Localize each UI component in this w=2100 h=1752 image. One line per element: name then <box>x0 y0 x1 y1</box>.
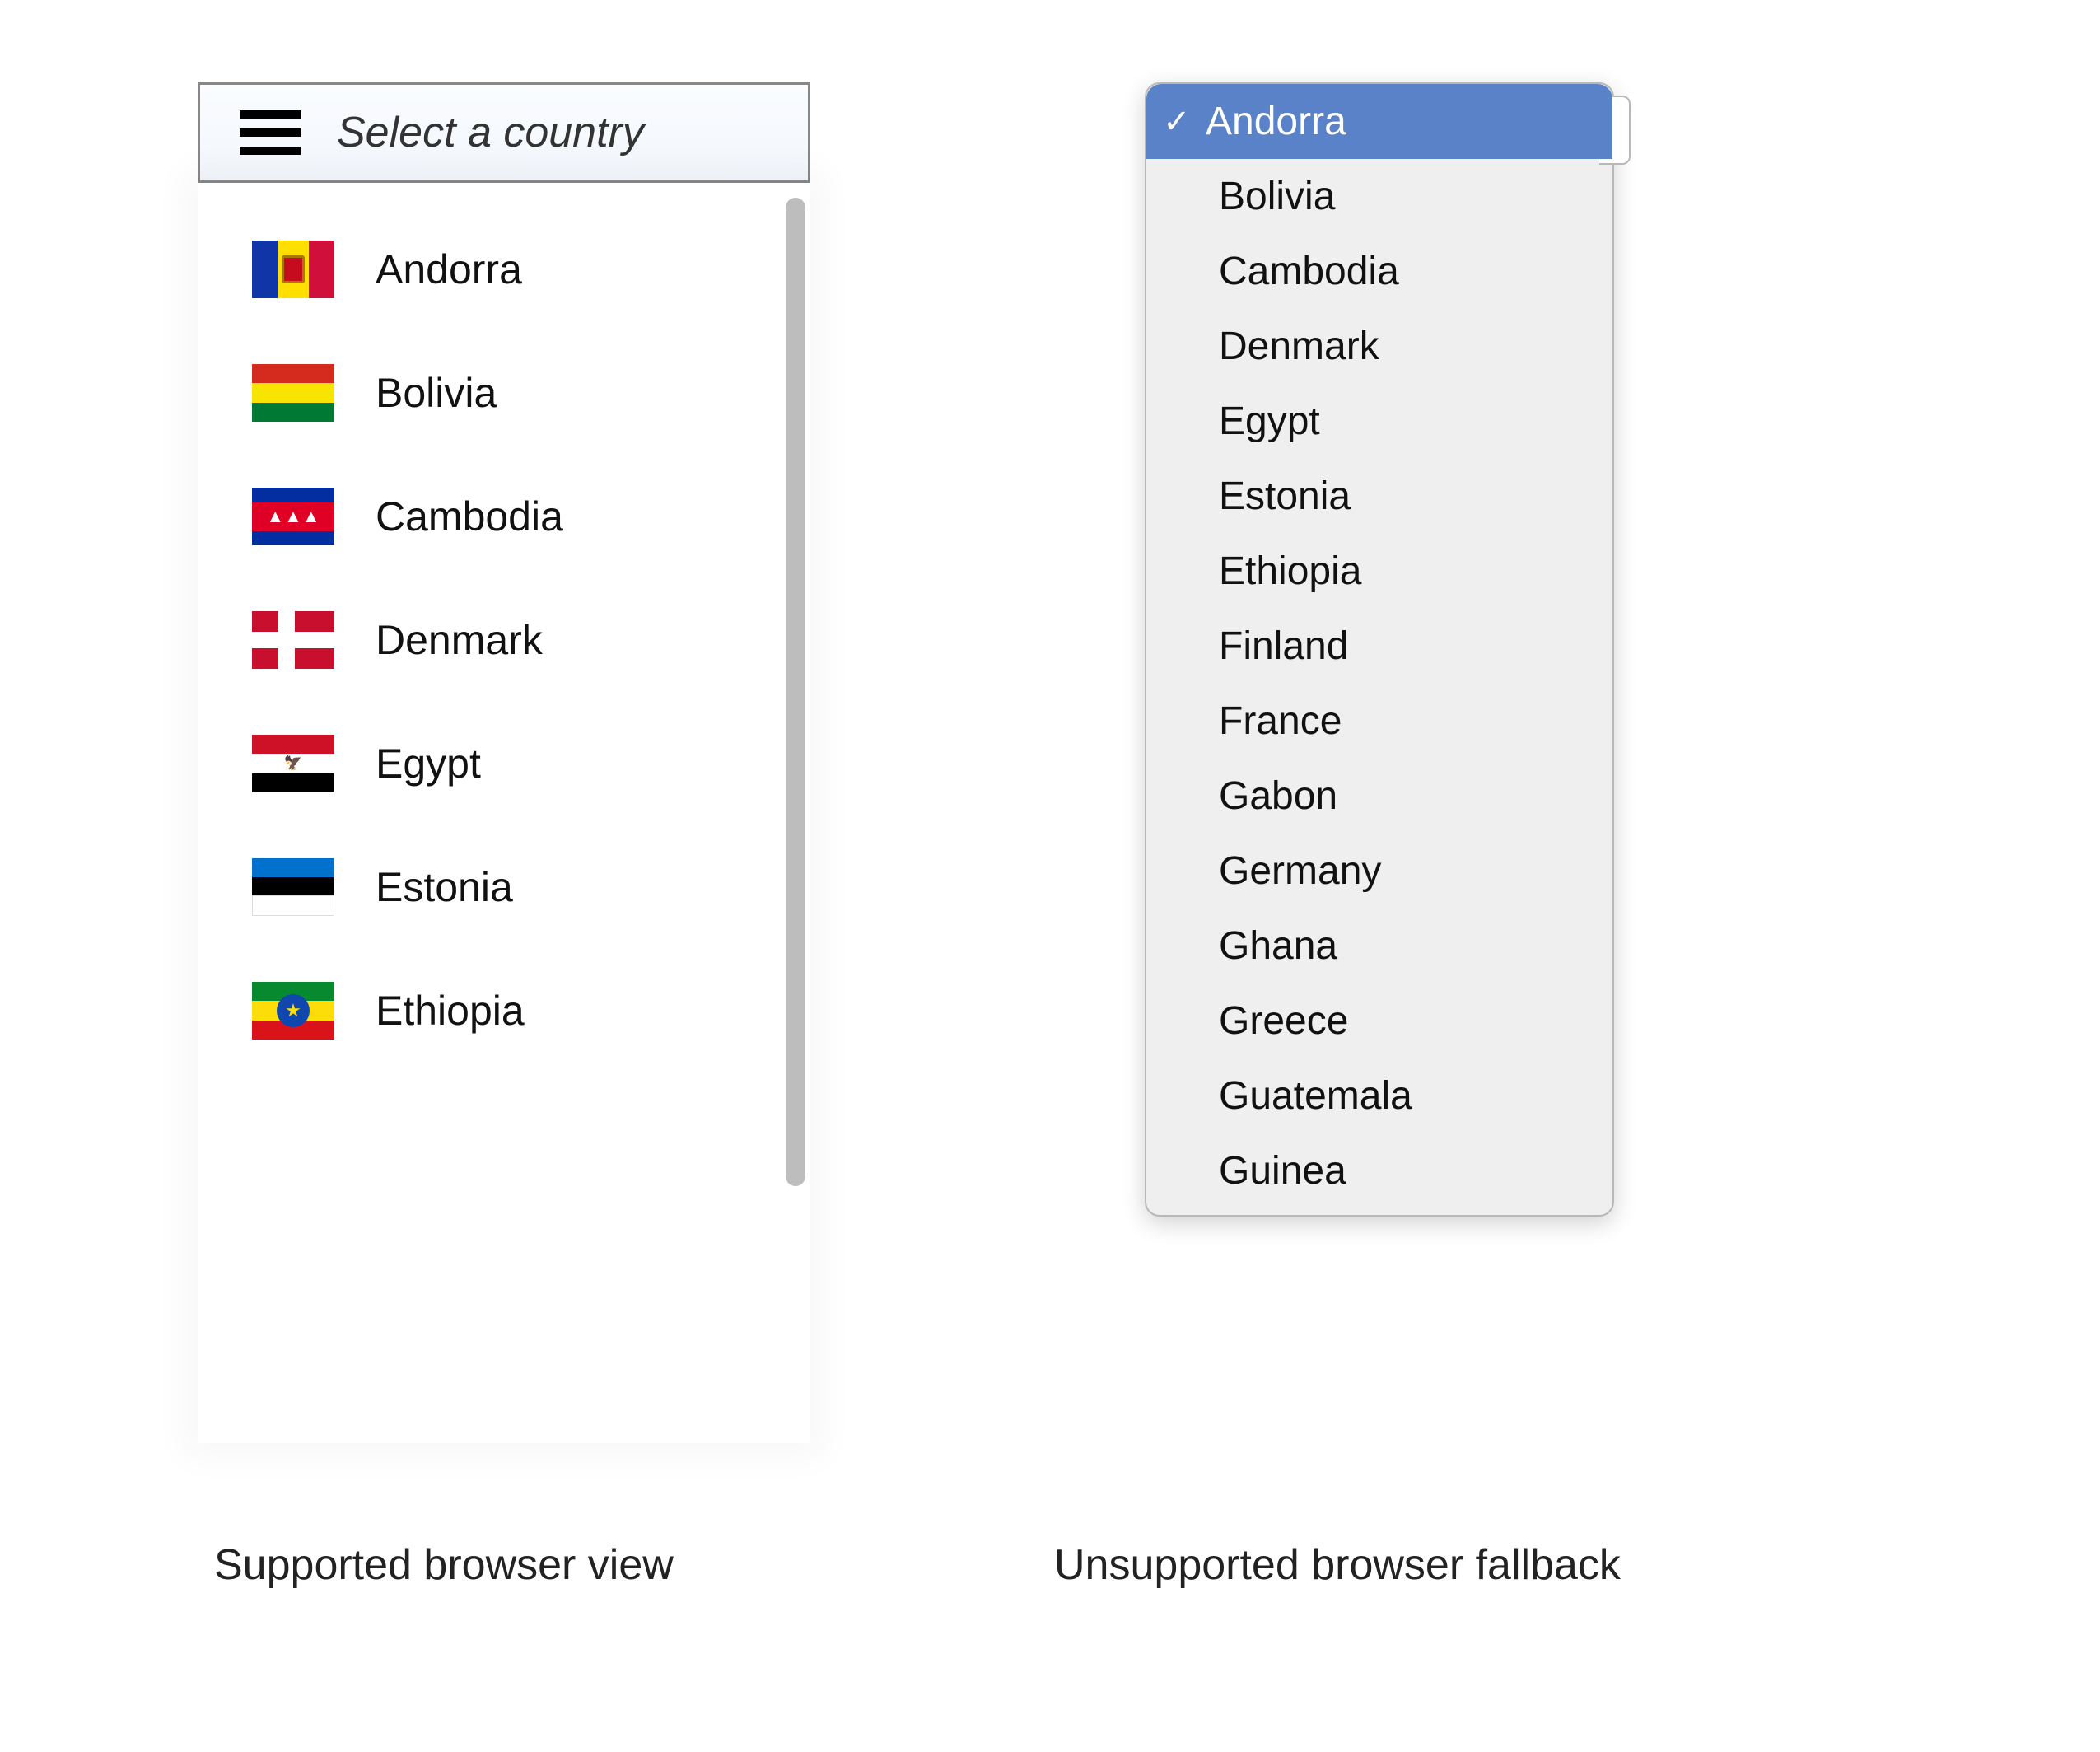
native-option[interactable]: Ethiopia <box>1146 534 1612 609</box>
country-option[interactable]: ▲▲▲ Cambodia <box>198 455 810 578</box>
native-option-label: Andorra <box>1206 100 1346 143</box>
native-option-label: Cambodia <box>1219 250 1399 293</box>
country-option-label: Ethiopia <box>376 987 525 1035</box>
native-option[interactable]: ✓ Andorra <box>1146 84 1612 159</box>
caption-supported: Supported browser view <box>214 1540 674 1590</box>
native-option-label: Egypt <box>1219 399 1320 443</box>
bolivia-flag-icon <box>252 364 334 422</box>
native-option-label: Guinea <box>1219 1149 1346 1193</box>
country-option[interactable]: Andorra <box>198 208 810 331</box>
andorra-flag-icon <box>252 241 334 298</box>
native-option-label: Ethiopia <box>1219 549 1361 593</box>
country-option-label: Andorra <box>376 245 522 293</box>
denmark-flag-icon <box>252 611 334 669</box>
country-option-label: Bolivia <box>376 369 497 417</box>
scrollbar[interactable] <box>786 198 805 1186</box>
native-option[interactable]: Guatemala <box>1146 1058 1612 1133</box>
country-option[interactable]: ★ Ethiopia <box>198 949 810 1072</box>
native-option-label: Ghana <box>1219 924 1337 968</box>
native-option-label: Denmark <box>1219 325 1379 368</box>
native-option-label: Finland <box>1219 624 1348 668</box>
native-option[interactable]: France <box>1146 684 1612 759</box>
country-option-label: Egypt <box>376 740 481 787</box>
native-option-label: France <box>1219 699 1342 743</box>
native-option[interactable]: Finland <box>1146 609 1612 684</box>
native-option-label: Gabon <box>1219 774 1337 818</box>
native-select-popup: ✓ Andorra Bolivia Cambodia Denmark Egypt Eston… <box>1145 82 1614 1217</box>
native-option[interactable]: Germany <box>1146 834 1612 909</box>
native-option[interactable]: Gabon <box>1146 759 1612 834</box>
country-option[interactable]: Bolivia <box>198 331 810 455</box>
country-option-label: Cambodia <box>376 493 563 540</box>
ethiopia-flag-icon: ★ <box>252 982 334 1040</box>
native-option-label: Germany <box>1219 849 1381 893</box>
native-option-label: Estonia <box>1219 474 1351 518</box>
native-option[interactable]: Cambodia <box>1146 234 1612 309</box>
select-trigger-button[interactable]: Select a country <box>198 82 810 183</box>
cambodia-flag-icon: ▲▲▲ <box>252 488 334 545</box>
native-option[interactable]: Greece <box>1146 983 1612 1058</box>
native-option[interactable]: Guinea <box>1146 1133 1612 1208</box>
hamburger-icon <box>240 110 301 155</box>
country-option[interactable]: Denmark <box>198 578 810 702</box>
country-option-label: Denmark <box>376 616 543 664</box>
custom-country-select: Select a country Andorra Bolivia ▲▲▲ Cambod… <box>198 82 810 1443</box>
native-option-label: Bolivia <box>1219 175 1335 218</box>
egypt-flag-icon: 🦅 <box>252 735 334 792</box>
country-option[interactable]: 🦅 Egypt <box>198 702 810 825</box>
country-option-label: Estonia <box>376 863 513 911</box>
native-option[interactable]: Egypt <box>1146 384 1612 459</box>
native-option[interactable]: Estonia <box>1146 459 1612 534</box>
select-placeholder: Select a country <box>337 108 644 157</box>
select-listbox: Andorra Bolivia ▲▲▲ Cambodia Denmark 🦅 Egypt Es… <box>198 183 810 1443</box>
check-icon: ✓ <box>1163 103 1191 141</box>
caption-unsupported: Unsupported browser fallback <box>1054 1540 1621 1590</box>
native-option[interactable]: Bolivia <box>1146 159 1612 234</box>
estonia-flag-icon <box>252 858 334 916</box>
native-option[interactable]: Ghana <box>1146 909 1612 983</box>
native-option-label: Greece <box>1219 999 1348 1043</box>
native-option[interactable]: Denmark <box>1146 309 1612 384</box>
native-option-label: Guatemala <box>1219 1074 1412 1118</box>
country-option[interactable]: Estonia <box>198 825 810 949</box>
